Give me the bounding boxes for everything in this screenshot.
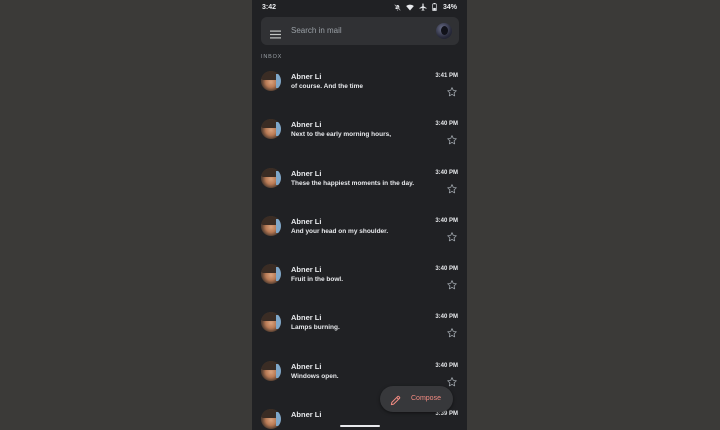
battery-percentage: 34% bbox=[442, 3, 457, 11]
sender-avatar[interactable] bbox=[261, 409, 281, 430]
mail-list: Abner Li of course. And the time 3:41 PM… bbox=[252, 64, 467, 430]
battery-icon bbox=[432, 3, 437, 11]
star-icon[interactable] bbox=[446, 231, 458, 243]
star-icon[interactable] bbox=[446, 327, 458, 339]
star-icon[interactable] bbox=[446, 279, 458, 291]
do-not-disturb-off-icon bbox=[394, 3, 401, 11]
email-sender: Abner Li bbox=[291, 410, 322, 420]
hamburger-menu-icon[interactable] bbox=[270, 26, 281, 44]
email-subject: Windows open. bbox=[291, 372, 339, 380]
pencil-icon bbox=[390, 393, 401, 411]
email-time: 3:40 PM bbox=[435, 362, 458, 369]
email-row[interactable]: Abner Li of course. And the time 3:41 PM bbox=[252, 64, 467, 112]
email-row[interactable]: Abner Li Lamps burning. 3:40 PM bbox=[252, 305, 467, 353]
email-subject: These the happiest moments in the day. bbox=[291, 179, 415, 187]
email-sender: Abner Li bbox=[291, 361, 322, 371]
email-subject: And your head on my shoulder. bbox=[291, 227, 389, 235]
status-icons: 34% bbox=[394, 3, 457, 11]
email-time: 3:40 PM bbox=[435, 121, 458, 128]
home-indicator[interactable] bbox=[340, 425, 380, 427]
email-time: 3:41 PM bbox=[435, 73, 458, 79]
sender-avatar[interactable] bbox=[261, 119, 281, 140]
sender-avatar[interactable] bbox=[261, 71, 281, 91]
phone-screen: 3:42 34% Search in mail INBOX Abner Li o… bbox=[252, 0, 467, 430]
email-subject: Fruit in the bowl. bbox=[291, 276, 343, 284]
airplane-icon bbox=[419, 3, 427, 11]
search-bar[interactable]: Search in mail bbox=[261, 17, 459, 45]
star-icon[interactable] bbox=[446, 183, 458, 195]
email-time: 3:40 PM bbox=[435, 266, 458, 273]
email-sender: Abner Li bbox=[291, 265, 322, 275]
star-icon[interactable] bbox=[446, 134, 458, 146]
email-subject: Next to the early morning hours, bbox=[291, 131, 392, 139]
sender-avatar[interactable] bbox=[261, 312, 281, 333]
email-time: 3:40 PM bbox=[435, 314, 458, 321]
wifi-icon bbox=[406, 4, 414, 11]
email-row[interactable]: Abner Li Fruit in the bowl. 3:40 PM bbox=[252, 257, 467, 305]
email-sender: Abner Li bbox=[291, 216, 322, 226]
compose-button[interactable]: Compose bbox=[380, 386, 453, 412]
sender-avatar[interactable] bbox=[261, 360, 281, 381]
email-time: 3:40 PM bbox=[435, 217, 458, 224]
star-icon[interactable] bbox=[446, 376, 458, 388]
email-row[interactable]: Abner Li And your head on my shoulder. 3… bbox=[252, 209, 467, 257]
email-subject: Lamps burning. bbox=[291, 324, 340, 332]
account-avatar[interactable] bbox=[436, 23, 452, 39]
inbox-section-label: INBOX bbox=[261, 54, 283, 60]
email-time: 3:40 PM bbox=[435, 169, 458, 176]
status-time: 3:42 bbox=[262, 4, 277, 11]
email-sender: Abner Li bbox=[291, 120, 322, 130]
status-bar: 3:42 34% bbox=[252, 0, 467, 16]
email-subject: of course. And the time bbox=[291, 83, 363, 90]
sender-avatar[interactable] bbox=[261, 264, 281, 285]
email-row[interactable]: Abner Li Next to the early morning hours… bbox=[252, 112, 467, 160]
compose-label: Compose bbox=[411, 395, 441, 402]
email-sender: Abner Li bbox=[291, 313, 322, 323]
email-row[interactable]: Abner Li These the happiest moments in t… bbox=[252, 161, 467, 209]
sender-avatar[interactable] bbox=[261, 215, 281, 236]
email-sender: Abner Li bbox=[291, 72, 322, 81]
search-input[interactable]: Search in mail bbox=[291, 26, 342, 35]
star-icon[interactable] bbox=[446, 86, 458, 98]
sender-avatar[interactable] bbox=[261, 167, 281, 188]
email-sender: Abner Li bbox=[291, 168, 322, 178]
